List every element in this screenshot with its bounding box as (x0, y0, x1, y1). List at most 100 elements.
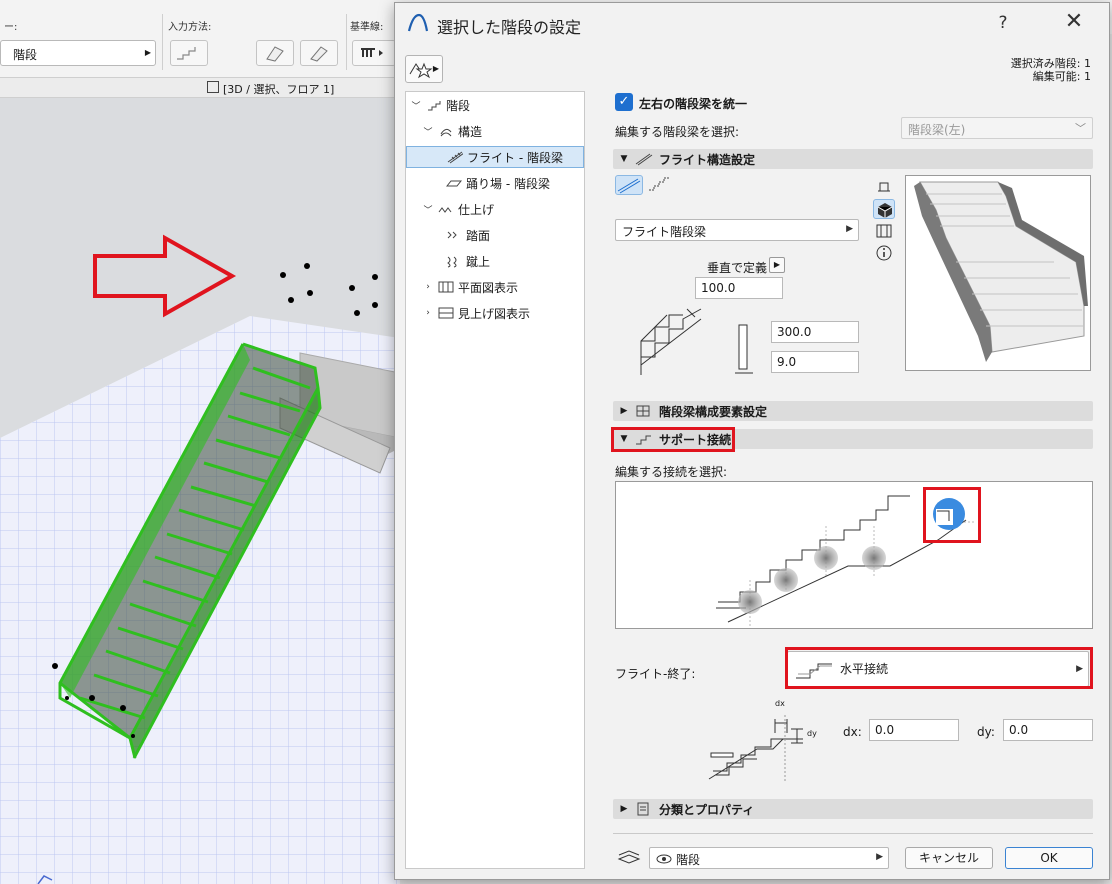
stair-3d-preview[interactable] (905, 175, 1091, 371)
chevron-right-icon: ▶ (432, 64, 439, 73)
section-view-button[interactable] (873, 221, 895, 241)
stair-shape-icon (310, 46, 328, 62)
editable-count: 編集可能: 1 (1032, 70, 1091, 83)
section-flight-structure[interactable]: ▼ フライト構造設定 (613, 149, 1093, 169)
input-shape-button-2[interactable] (300, 40, 338, 66)
tree-item-label: 構造 (458, 124, 483, 139)
selection-info: 選択済み階段: 1 編集可能: 1 (1011, 57, 1091, 83)
chevron-down-icon[interactable]: ﹀ (422, 203, 434, 216)
chevron-right-icon: ▶ (876, 852, 883, 862)
thickness-field[interactable]: 9.0 (771, 351, 859, 373)
height-value: 300.0 (777, 325, 812, 339)
layer-icon (617, 850, 641, 864)
chevron-down-icon[interactable]: ﹀ (422, 125, 434, 138)
connection-offset-diagram (708, 715, 803, 783)
close-button[interactable]: ✕ (1061, 9, 1087, 34)
layer-select[interactable]: 階段 ▶ (649, 847, 889, 869)
flight-stringer-icon (447, 151, 463, 164)
selected-count: 選択済み階段: 1 (1010, 57, 1091, 70)
stair-settings-dialog: 選択した階段の設定 ? ✕ ▶ 選択済み階段: 1 編集可能: 1 ﹀ 階段 ﹀… (394, 2, 1110, 880)
section-view-icon (876, 224, 892, 238)
dx-label: dx: (843, 725, 862, 739)
input-shape-button-1[interactable] (256, 40, 294, 66)
chevron-right-icon[interactable]: › (422, 308, 434, 318)
stringer-section-diagram (640, 308, 702, 375)
thickness-value: 9.0 (777, 355, 797, 369)
unify-stringers-checkbox[interactable]: ✓ (615, 93, 633, 111)
help-button[interactable]: ? (993, 13, 1013, 33)
favorites-button[interactable]: ▶ (405, 55, 443, 83)
input-method-button[interactable] (170, 40, 208, 66)
stringer-profile-icon (735, 324, 753, 374)
highlight-flight-end (785, 647, 1093, 689)
baseline-button[interactable] (352, 40, 396, 66)
flight-stringer-icon (635, 153, 653, 166)
stringer-type-button-1[interactable] (615, 175, 643, 195)
stringer-type-button-2[interactable] (647, 175, 673, 195)
dy-label: dy: (977, 725, 995, 739)
diagram-dy-label: dy (807, 729, 817, 738)
dialog-titlebar[interactable]: 選択した階段の設定 ? ✕ (395, 3, 1109, 45)
unify-stringers-label: 左右の階段梁を統一 (639, 97, 748, 111)
info-button[interactable] (873, 243, 895, 263)
ceiling-view-icon (438, 307, 454, 319)
edit-stringer-select[interactable]: 階段梁(左) ﹀ (901, 117, 1093, 139)
layer-label: ー: (4, 22, 18, 33)
section-title: 分類とプロパティ (659, 802, 755, 817)
dx-field[interactable]: 0.0 (869, 719, 959, 741)
cancel-button[interactable]: キャンセル (905, 847, 993, 869)
favorites-star-icon (409, 62, 433, 79)
vertical-define-menu[interactable]: ▶ (769, 257, 785, 273)
dialog-title: 選択した階段の設定 (437, 18, 582, 37)
stringer-type-icon (617, 178, 641, 194)
tree-item-finish[interactable]: ﹀ 仕上げ (422, 198, 494, 220)
document-icon (637, 802, 649, 816)
tree-item-structure[interactable]: ﹀ 構造 (422, 120, 482, 142)
baseline-label: 基準線: (350, 22, 384, 33)
chevron-down-icon[interactable]: ﹀ (410, 99, 422, 112)
eye-icon (656, 854, 672, 864)
tree-item-label: 階段 (446, 98, 471, 113)
element-type-select[interactable]: 階段 ▶ (0, 40, 156, 66)
structure-icon (440, 128, 452, 137)
tree-item-label: フライト - 階段梁 (467, 150, 563, 165)
tree-item-tread[interactable]: 踏面 (442, 224, 490, 246)
ok-button[interactable]: OK (1005, 847, 1093, 869)
stair-preview-render (914, 181, 1088, 362)
tree-item-flight-stringer[interactable]: フライト - 階段梁 (406, 146, 584, 168)
highlight-support-connection (611, 427, 735, 452)
section-stringer-components[interactable]: ▶ 階段梁構成要素設定 (613, 401, 1093, 421)
floorplan-icon (438, 281, 454, 293)
height-field[interactable]: 300.0 (771, 321, 859, 343)
dy-field[interactable]: 0.0 (1003, 719, 1093, 741)
plan-view-icon (878, 182, 890, 192)
viewport-tab[interactable]: [3D / 選択、フロア 1] (203, 78, 338, 98)
3d-view-button[interactable] (873, 199, 895, 219)
viewport-tabbar (0, 78, 400, 98)
riser-icon (447, 256, 457, 268)
stair-icon (428, 101, 441, 111)
plan-view-button[interactable] (873, 177, 895, 197)
tree-item-floorplan[interactable]: › 平面図表示 (422, 276, 518, 298)
tree-item-label: 仕上げ (458, 202, 495, 217)
triangle-right-icon: ▶ (620, 804, 628, 814)
layer-value: 階段 (676, 853, 701, 867)
info-icon (876, 245, 892, 261)
highlight-connection-end (923, 487, 981, 543)
flight-type-value: フライト階段梁 (622, 225, 707, 239)
footer-divider (613, 833, 1093, 834)
tree-item-landing-stringer[interactable]: 踊り場 - 階段梁 (442, 172, 550, 194)
flight-type-select[interactable]: フライト階段梁 ▶ (615, 219, 859, 241)
tree-item-riser[interactable]: 蹴上 (442, 250, 490, 272)
3d-viewport[interactable] (0, 98, 400, 884)
tree-item-stair[interactable]: ﹀ 階段 (410, 94, 470, 116)
cube-icon (877, 203, 893, 218)
stair-input-icon (177, 47, 196, 60)
3d-scene (0, 98, 400, 884)
section-classification[interactable]: ▶ 分類とプロパティ (613, 799, 1093, 819)
vertical-value-field[interactable]: 100.0 (695, 277, 783, 299)
tree-item-ceiling-view[interactable]: › 見上げ図表示 (422, 302, 530, 324)
connection-selector[interactable] (615, 481, 1093, 629)
vertical-define-label: 垂直で定義 (707, 261, 768, 275)
chevron-right-icon[interactable]: › (422, 282, 434, 292)
